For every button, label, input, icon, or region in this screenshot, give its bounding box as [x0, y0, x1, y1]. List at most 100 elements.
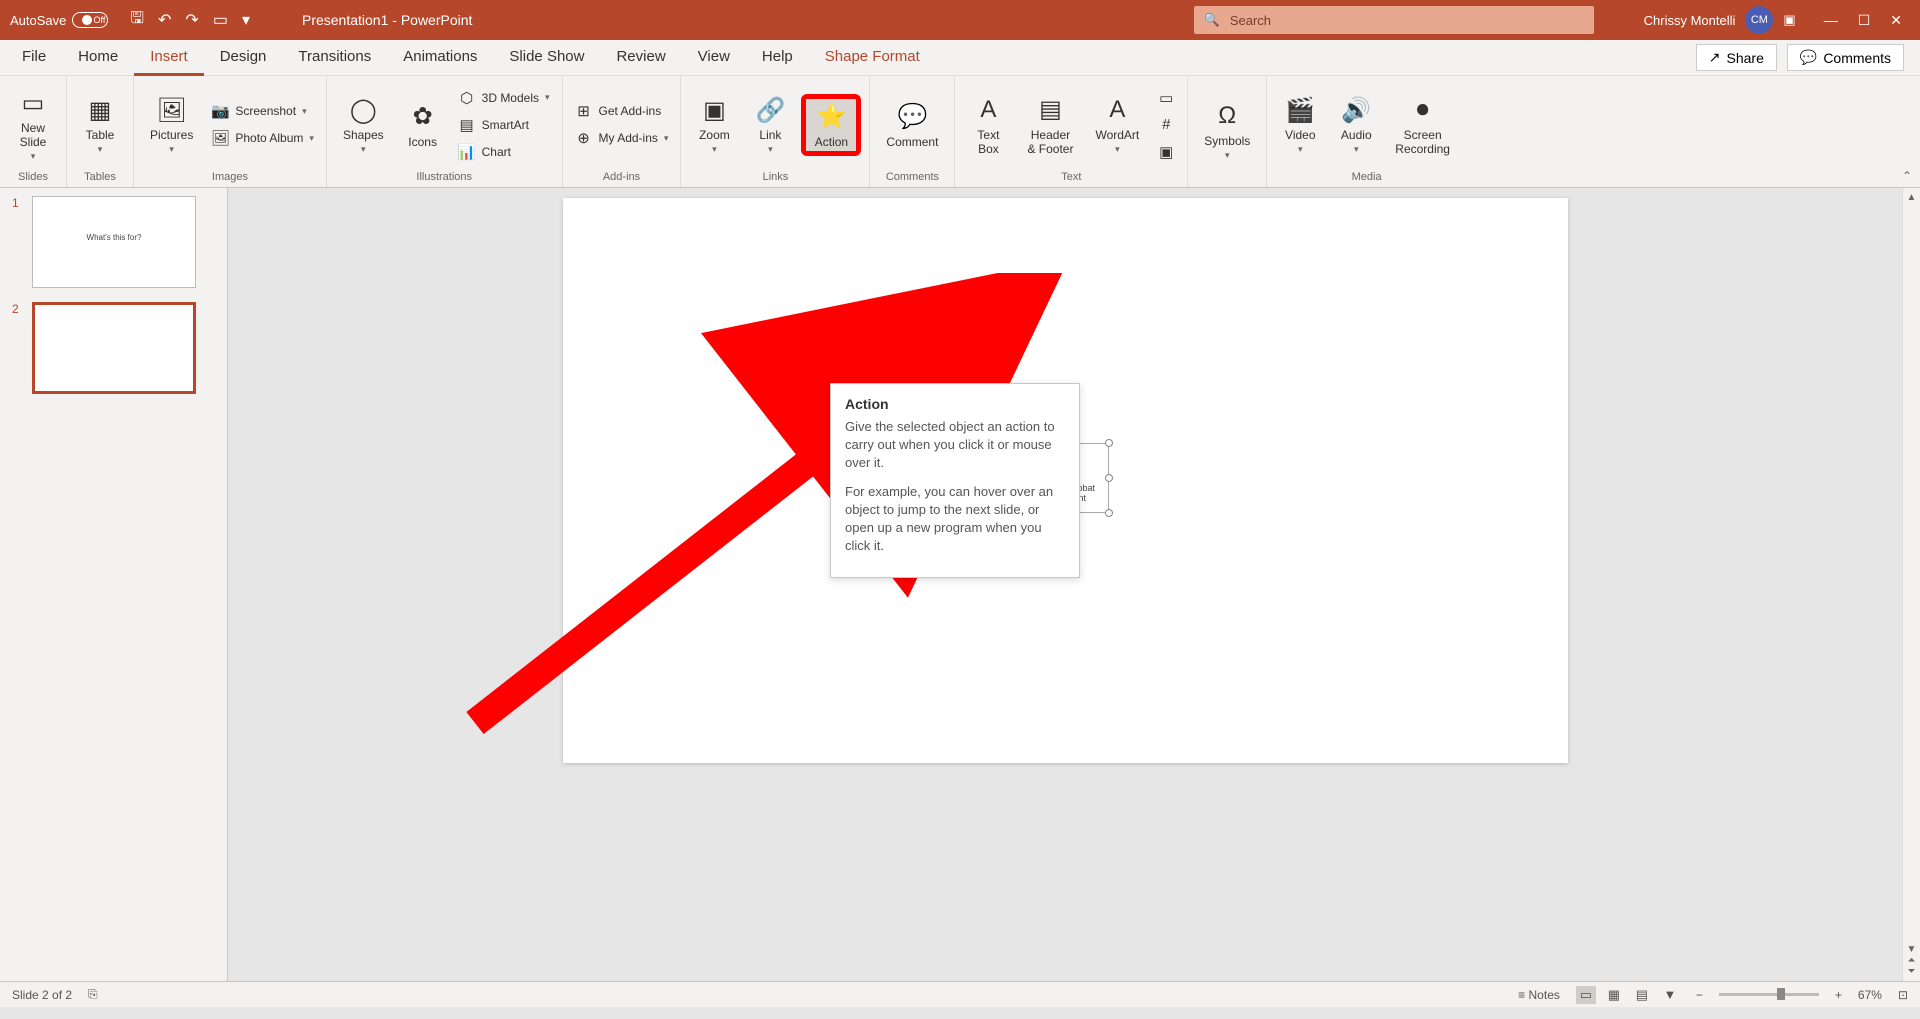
undo-icon[interactable]: ↶	[158, 10, 171, 30]
selection-handle[interactable]	[1105, 439, 1113, 447]
slide-canvas-area[interactable]: Adobe Acrobat Document	[228, 188, 1902, 981]
ribbon: ▭ New Slide ▾ Slides ▦ Table ▾ Tables 🖼 …	[0, 76, 1920, 188]
share-icon: ↗	[1709, 49, 1721, 66]
tab-help[interactable]: Help	[746, 40, 809, 76]
toggle-switch[interactable]: Off	[72, 12, 108, 28]
zoom-button[interactable]: ▣Zoom▾	[689, 92, 739, 157]
normal-view-icon[interactable]: ▭	[1576, 986, 1596, 1004]
shapes-button[interactable]: ◯Shapes▾	[335, 92, 392, 157]
tooltip-title: Action	[845, 396, 1065, 412]
start-from-beginning-icon[interactable]: ▭	[213, 10, 228, 30]
chart-button[interactable]: 📊Chart	[454, 141, 554, 163]
slide-thumbnail-1[interactable]: What's this for?	[32, 196, 196, 288]
icons-button[interactable]: ✿Icons	[398, 99, 448, 151]
zoom-percent[interactable]: 67%	[1858, 988, 1882, 1002]
user-name: Chrissy Montelli	[1644, 13, 1736, 28]
comments-button[interactable]: 💬Comments	[1787, 44, 1904, 71]
autosave-label: AutoSave	[10, 13, 66, 28]
tab-animations[interactable]: Animations	[387, 40, 493, 76]
tab-transitions[interactable]: Transitions	[282, 40, 387, 76]
slide-thumbnail-2[interactable]	[32, 302, 196, 394]
comment-icon: 💬	[896, 101, 928, 133]
prev-slide-icon[interactable]: ⏶	[1908, 955, 1916, 966]
chevron-down-icon: ▾	[361, 144, 366, 155]
group-label-media: Media	[1275, 169, 1458, 185]
textbox-label: Text Box	[977, 128, 999, 156]
audio-button[interactable]: 🔊Audio▾	[1331, 92, 1381, 157]
vertical-scrollbar[interactable]: ▲ ▼ ⏶ ⏷	[1902, 188, 1920, 981]
screen-recording-button[interactable]: ⏺Screen Recording	[1387, 92, 1458, 158]
tab-home[interactable]: Home	[62, 40, 134, 76]
group-text: AText Box ▤Header & Footer AWordArt▾ ▭ #…	[955, 76, 1188, 187]
tab-design[interactable]: Design	[204, 40, 283, 76]
my-addins-button[interactable]: ⊕My Add-ins▾	[571, 127, 673, 149]
header-footer-icon: ▤	[1034, 94, 1066, 126]
search-box[interactable]: 🔍 Search	[1194, 6, 1594, 34]
zoom-in-icon[interactable]: +	[1835, 988, 1842, 1002]
link-button[interactable]: 🔗Link▾	[745, 92, 795, 157]
redo-icon[interactable]: ↷	[185, 10, 198, 30]
table-button[interactable]: ▦ Table ▾	[75, 92, 125, 157]
tab-file[interactable]: File	[6, 40, 62, 76]
document-title: Presentation1 - PowerPoint	[262, 12, 1194, 28]
thumb-1-text: What's this for?	[33, 233, 195, 242]
selection-handle[interactable]	[1105, 474, 1113, 482]
header-footer-button[interactable]: ▤Header & Footer	[1019, 92, 1081, 158]
fit-to-window-icon[interactable]: ⊡	[1898, 988, 1908, 1002]
get-addins-button[interactable]: ⊞Get Add-ins	[571, 100, 673, 122]
symbols-button[interactable]: ΩSymbols▾	[1196, 98, 1258, 163]
close-icon[interactable]: ✕	[1890, 12, 1902, 29]
new-slide-button[interactable]: ▭ New Slide ▾	[8, 85, 58, 164]
scroll-up-icon[interactable]: ▲	[1907, 192, 1917, 203]
icons-label: Icons	[408, 135, 437, 149]
group-label-comments: Comments	[878, 169, 946, 185]
video-button[interactable]: 🎬Video▾	[1275, 92, 1325, 157]
share-button[interactable]: ↗Share	[1696, 44, 1777, 71]
group-label-text: Text	[963, 169, 1179, 185]
zoom-out-icon[interactable]: −	[1696, 988, 1703, 1002]
scroll-down-icon[interactable]: ▼	[1907, 944, 1917, 955]
collapse-ribbon-icon[interactable]: ⌃	[1902, 169, 1912, 183]
group-label-tables: Tables	[75, 169, 125, 185]
user-area[interactable]: Chrissy Montelli CM ▣	[1634, 6, 1806, 34]
tab-shape-format[interactable]: Shape Format	[809, 40, 936, 76]
tab-view[interactable]: View	[682, 40, 746, 76]
maximize-icon[interactable]: ☐	[1858, 12, 1871, 29]
action-button[interactable]: ⭐Action	[806, 99, 856, 151]
photo-album-button[interactable]: 🖼Photo Album▾	[207, 127, 318, 149]
minimize-icon[interactable]: —	[1824, 12, 1838, 29]
thumbnail-row-2[interactable]: 2	[12, 302, 215, 394]
tab-review[interactable]: Review	[600, 40, 681, 76]
tab-insert[interactable]: Insert	[134, 40, 204, 76]
zoom-slider[interactable]	[1719, 993, 1819, 996]
save-icon[interactable]: 🖫	[130, 7, 144, 34]
slideshow-view-icon[interactable]: ▼	[1660, 986, 1680, 1004]
3dmodels-button[interactable]: ⬡3D Models▾	[454, 87, 554, 109]
screenshot-button[interactable]: 📷Screenshot▾	[207, 100, 318, 122]
quick-access-toolbar: 🖫 ↶ ↷ ▭ ▾	[118, 7, 262, 34]
reading-view-icon[interactable]: ▤	[1632, 986, 1652, 1004]
notes-button[interactable]: ≡ Notes	[1518, 988, 1560, 1002]
slide-sorter-icon[interactable]: ▦	[1604, 986, 1624, 1004]
object-button[interactable]: ▣	[1153, 141, 1179, 163]
wordart-button[interactable]: AWordArt▾	[1087, 92, 1147, 157]
slide-thumbnail-panel[interactable]: 1 What's this for? 2	[0, 188, 228, 981]
date-time-button[interactable]: ▭	[1153, 87, 1179, 109]
slide-number-button[interactable]: #	[1153, 114, 1179, 136]
tab-slideshow[interactable]: Slide Show	[493, 40, 600, 76]
smartart-button[interactable]: ▤SmartArt	[454, 114, 554, 136]
selection-handle[interactable]	[1105, 509, 1113, 517]
zoom-slider-thumb[interactable]	[1777, 988, 1785, 1000]
accessibility-icon[interactable]: ⎘	[88, 987, 98, 1002]
next-slide-icon[interactable]: ⏷	[1908, 966, 1916, 977]
comment-button[interactable]: 💬Comment	[878, 99, 946, 151]
thumbnail-row-1[interactable]: 1 What's this for?	[12, 196, 215, 288]
3dmodels-label: 3D Models	[482, 91, 539, 105]
autosave-toggle[interactable]: AutoSave Off	[0, 12, 118, 28]
ribbon-display-icon[interactable]: ▣	[1783, 12, 1795, 28]
customize-qat-icon[interactable]: ▾	[242, 10, 250, 30]
textbox-button[interactable]: AText Box	[963, 92, 1013, 158]
slide-counter[interactable]: Slide 2 of 2	[12, 988, 72, 1002]
user-avatar[interactable]: CM	[1745, 6, 1773, 34]
pictures-button[interactable]: 🖼 Pictures ▾	[142, 92, 201, 157]
